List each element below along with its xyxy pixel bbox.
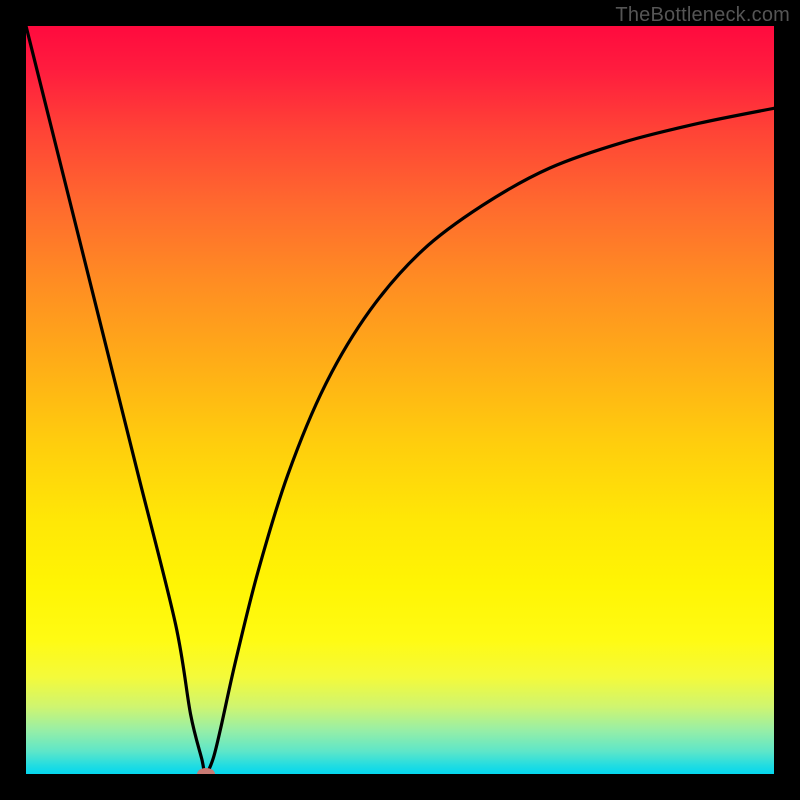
plot-area — [26, 26, 774, 774]
attribution-label: TheBottleneck.com — [615, 4, 790, 27]
chart-frame — [0, 0, 800, 800]
chart-container: TheBottleneck.com — [0, 0, 800, 800]
minimum-marker — [197, 768, 215, 774]
bottleneck-curve — [26, 26, 774, 774]
